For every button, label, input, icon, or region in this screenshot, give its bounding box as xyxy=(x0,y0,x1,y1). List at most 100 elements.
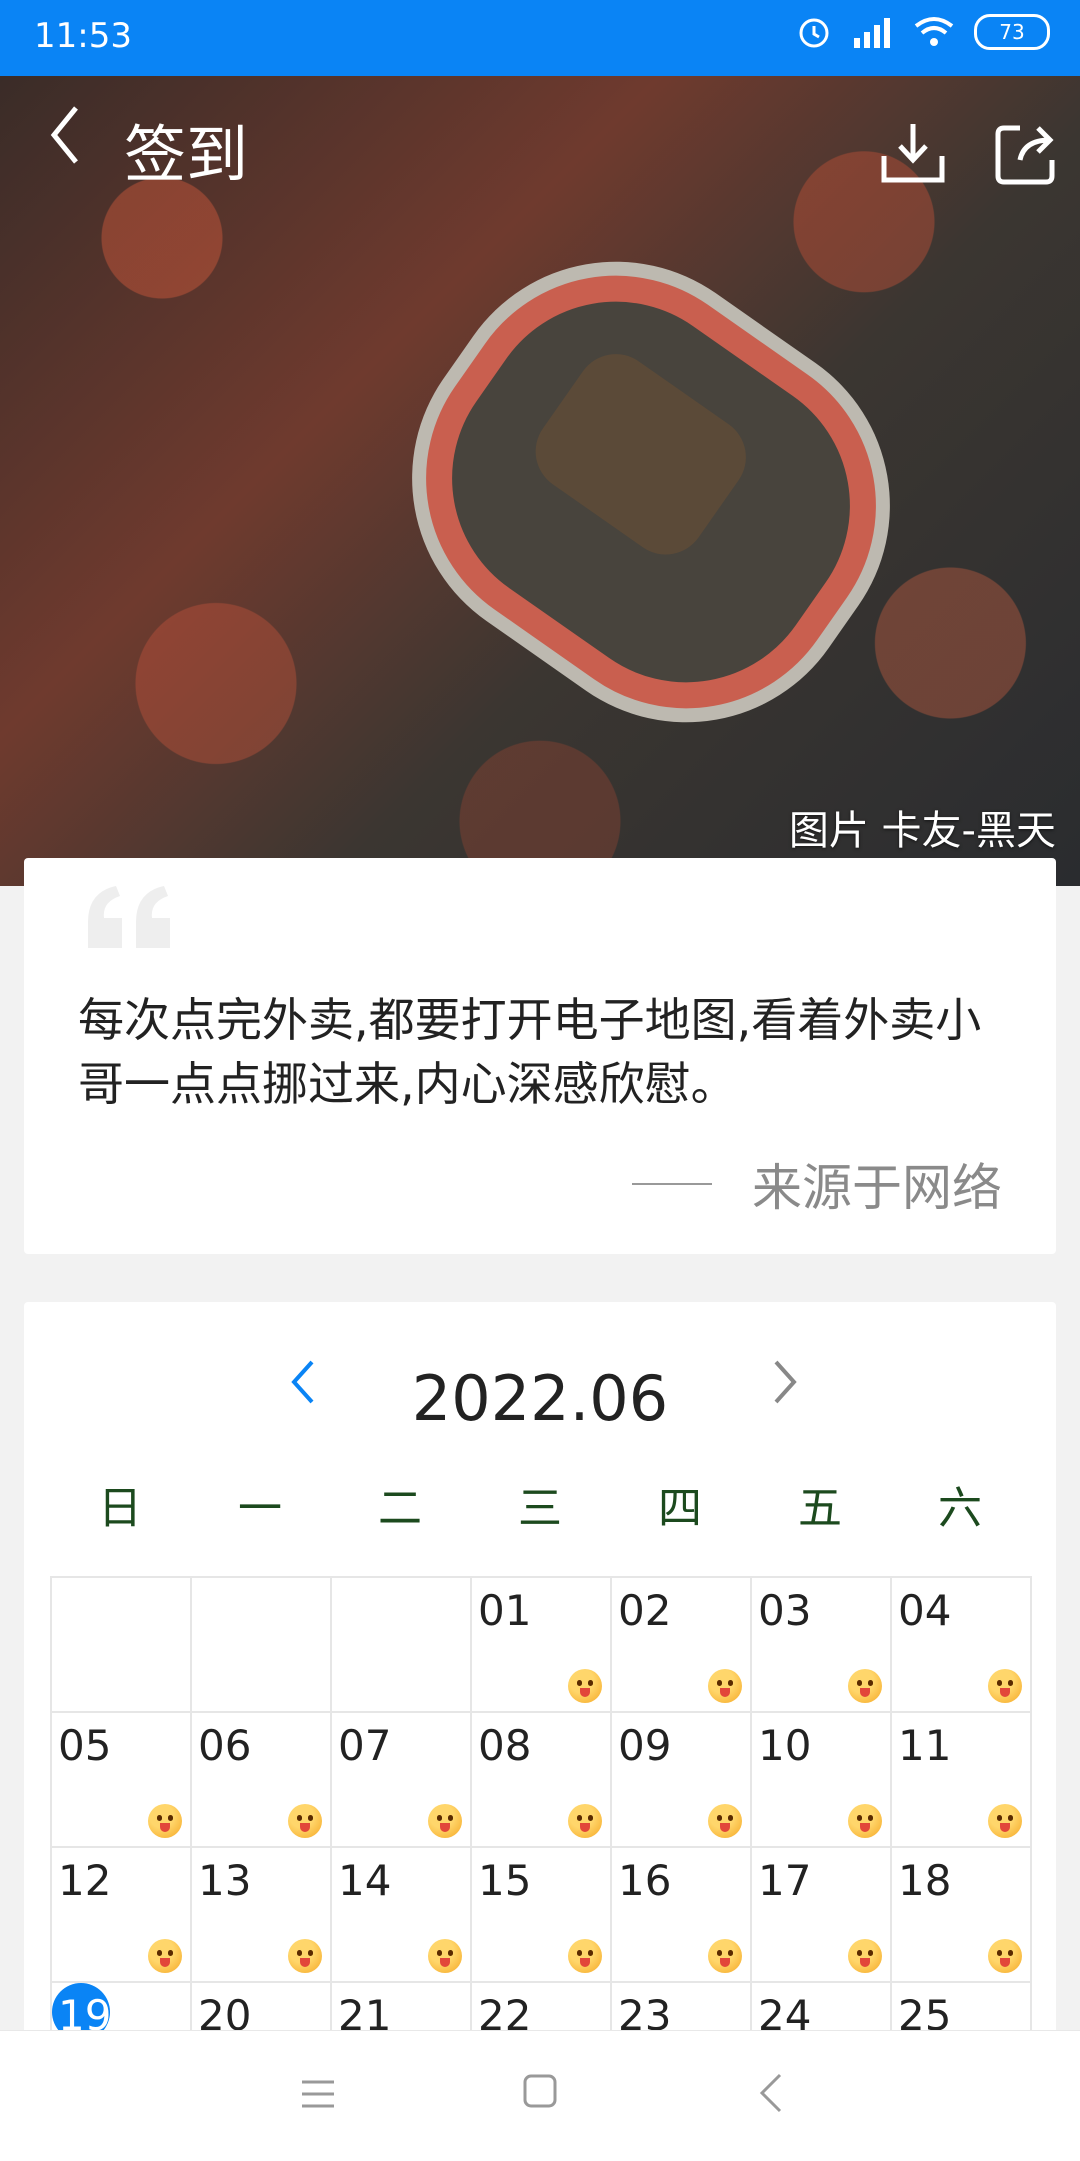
quote-text: 每次点完外卖,都要打开电子地图,看着外卖小哥一点点挪过来,内心深感欣慰。 xyxy=(78,993,982,1111)
calendar-day[interactable]: 10 xyxy=(752,1713,892,1848)
calendar-day[interactable]: 15 xyxy=(472,1848,612,1983)
wifi-icon xyxy=(914,17,954,46)
status-icons: 73 xyxy=(796,14,1050,50)
weekday-wed: 三 xyxy=(518,1483,562,1534)
calendar-day[interactable]: 11 xyxy=(892,1713,1032,1848)
hero-image: 图片 卡友-黑天 xyxy=(0,76,1080,886)
day-number: 03 xyxy=(758,1586,812,1635)
battery-icon: 73 xyxy=(974,14,1050,50)
day-number: 02 xyxy=(618,1586,672,1635)
checkin-emoji-icon xyxy=(988,1804,1022,1838)
checkin-emoji-icon xyxy=(848,1669,882,1703)
emoji-mouth xyxy=(300,1958,310,1967)
checkin-emoji-icon xyxy=(708,1939,742,1973)
emoji-mouth xyxy=(1000,1823,1010,1832)
checkin-emoji-icon xyxy=(568,1939,602,1973)
status-time: 11:53 xyxy=(34,16,132,56)
checkin-emoji-icon xyxy=(988,1669,1022,1703)
day-number: 13 xyxy=(198,1856,252,1905)
back-icon[interactable] xyxy=(756,2071,786,2115)
checkin-emoji-icon xyxy=(288,1804,322,1838)
weekday-sat: 六 xyxy=(938,1483,982,1534)
photo-credit: 图片 卡友-黑天 xyxy=(788,808,1056,854)
day-number: 06 xyxy=(198,1721,252,1770)
system-nav-bar xyxy=(0,2030,1080,2161)
home-icon[interactable] xyxy=(522,2073,558,2109)
day-number: 07 xyxy=(338,1721,392,1770)
emoji-mouth xyxy=(720,1688,730,1697)
weekday-header: 日 一 二 三 四 五 六 xyxy=(50,1472,1030,1536)
day-number: 15 xyxy=(478,1856,532,1905)
weekday-tue: 二 xyxy=(378,1483,422,1534)
calendar-day[interactable]: 16 xyxy=(612,1848,752,1983)
checkin-emoji-icon xyxy=(148,1939,182,1973)
checkin-emoji-icon xyxy=(708,1669,742,1703)
emoji-mouth xyxy=(720,1958,730,1967)
chevron-left-icon[interactable] xyxy=(44,100,84,170)
calendar-day[interactable]: 17 xyxy=(752,1848,892,1983)
checkin-emoji-icon xyxy=(428,1804,462,1838)
weekday-mon: 一 xyxy=(238,1483,282,1534)
stadium-field xyxy=(519,338,762,571)
weekday-sun: 日 xyxy=(98,1483,142,1534)
emoji-mouth xyxy=(160,1958,170,1967)
checkin-emoji-icon xyxy=(988,1939,1022,1973)
emoji-mouth xyxy=(440,1958,450,1967)
checkin-emoji-icon xyxy=(708,1804,742,1838)
calendar-day[interactable]: 06 xyxy=(192,1713,332,1848)
calendar-empty-cell xyxy=(52,1578,192,1713)
calendar-day[interactable]: 14 xyxy=(332,1848,472,1983)
calendar-day[interactable]: 13 xyxy=(192,1848,332,1983)
menu-icon[interactable] xyxy=(300,2077,336,2111)
emoji-mouth xyxy=(1000,1958,1010,1967)
checkin-emoji-icon xyxy=(288,1939,322,1973)
calendar-day[interactable]: 07 xyxy=(332,1713,472,1848)
checkin-emoji-icon xyxy=(568,1804,602,1838)
checkin-emoji-icon xyxy=(428,1939,462,1973)
calendar-empty-cell xyxy=(192,1578,332,1713)
day-number: 04 xyxy=(898,1586,952,1635)
calendar-day[interactable]: 01 xyxy=(472,1578,612,1713)
share-icon[interactable] xyxy=(990,118,1060,188)
calendar-day[interactable]: 02 xyxy=(612,1578,752,1713)
calendar-day[interactable]: 04 xyxy=(892,1578,1032,1713)
calendar-card: 2022.06 日 一 二 三 四 五 六 01 02 03 04 05 06 07 08 09… xyxy=(24,1302,1056,2062)
calendar-day[interactable]: 12 xyxy=(52,1848,192,1983)
day-number: 12 xyxy=(58,1856,112,1905)
download-icon[interactable] xyxy=(878,118,948,188)
quote-card: 每次点完外卖,都要打开电子地图,看着外卖小哥一点点挪过来,内心深感欣慰。 来源于… xyxy=(24,858,1056,1254)
emoji-mouth xyxy=(860,1958,870,1967)
emoji-mouth xyxy=(860,1688,870,1697)
emoji-mouth xyxy=(300,1823,310,1832)
signal-icon xyxy=(854,18,890,48)
calendar-day[interactable]: 08 xyxy=(472,1713,612,1848)
day-number: 09 xyxy=(618,1721,672,1770)
calendar-day[interactable]: 03 xyxy=(752,1578,892,1713)
calendar-day[interactable]: 18 xyxy=(892,1848,1032,1983)
quote-source: 来源于网络 xyxy=(632,1148,1002,1220)
emoji-mouth xyxy=(720,1823,730,1832)
status-bar: 11:53 73 xyxy=(0,0,1080,76)
checkin-emoji-icon xyxy=(848,1804,882,1838)
day-number: 18 xyxy=(898,1856,952,1905)
quote-mark-icon xyxy=(88,886,170,948)
day-number: 14 xyxy=(338,1856,392,1905)
day-number: 11 xyxy=(898,1721,952,1770)
emoji-mouth xyxy=(440,1823,450,1832)
battery-level: 73 xyxy=(999,20,1025,44)
next-month-button[interactable] xyxy=(766,1352,806,1412)
calendar-grid: 01 02 03 04 05 06 07 08 09 10 11 12 13 14 15 16 17 18 19 20… xyxy=(50,1576,1032,2062)
weekday-thu: 四 xyxy=(658,1483,702,1534)
emoji-mouth xyxy=(160,1823,170,1832)
calendar-empty-cell xyxy=(332,1578,472,1713)
calendar-month-title: 2022.06 xyxy=(411,1362,669,1435)
day-number: 17 xyxy=(758,1856,812,1905)
weekday-fri: 五 xyxy=(798,1483,842,1534)
calendar-day[interactable]: 05 xyxy=(52,1713,192,1848)
alarm-icon xyxy=(799,18,829,48)
calendar-day[interactable]: 09 xyxy=(612,1713,752,1848)
emoji-mouth xyxy=(580,1688,590,1697)
checkin-emoji-icon xyxy=(148,1804,182,1838)
source-dash xyxy=(632,1183,712,1185)
day-number: 10 xyxy=(758,1721,812,1770)
